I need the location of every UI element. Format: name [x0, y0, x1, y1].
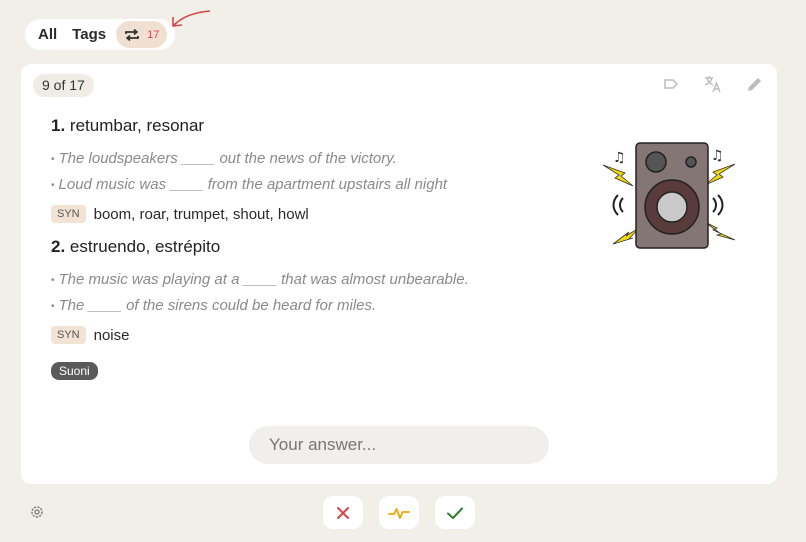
tab-tags[interactable]: Tags — [72, 26, 106, 43]
entry-number: 2. — [51, 237, 66, 256]
entry-number: 1. — [51, 116, 66, 135]
progress-indicator: 9 of 17 — [33, 74, 94, 97]
filter-tabs: All Tags 17 — [25, 19, 175, 50]
tag-pill[interactable]: Suoni — [51, 362, 98, 380]
repeat-icon — [125, 28, 139, 41]
tab-all[interactable]: All — [38, 26, 57, 43]
correct-button[interactable] — [435, 496, 475, 529]
answer-input[interactable] — [249, 426, 549, 464]
repeat-count: 17 — [147, 28, 160, 41]
entry-word: estruendo, estrépito — [69, 237, 221, 256]
definition-entry: 1. retumbar, resonar • The loudspeakers _… — [51, 116, 571, 223]
wrong-icon — [337, 506, 349, 519]
entry-heading: 1. retumbar, resonar — [51, 116, 571, 136]
synonyms-row: SYN boom, roar, trumpet, shout, howl — [51, 205, 571, 223]
svg-text:♫: ♫ — [613, 150, 626, 166]
gear-icon[interactable] — [29, 504, 45, 520]
translate-icon[interactable] — [703, 74, 723, 94]
definition-entry: 2. estruendo, estrépito • The music was p… — [51, 237, 571, 344]
example-sentence: • The ____ of the sirens could be heard f… — [51, 297, 377, 314]
hard-icon — [388, 507, 410, 519]
synonyms-text: boom, roar, trumpet, shout, howl — [93, 205, 309, 223]
hard-button[interactable] — [379, 496, 419, 529]
example-sentence: • Loud music was ____ from the apartment … — [51, 176, 448, 193]
tab-repeat[interactable]: 17 — [116, 21, 168, 48]
syn-badge: SYN — [51, 205, 86, 223]
syn-badge: SYN — [51, 326, 86, 344]
example-sentence: • The loudspeakers ____ out the news of t… — [51, 150, 397, 167]
wrong-button[interactable] — [323, 496, 363, 529]
loudspeaker-icon: ♫ ♫ — [602, 142, 736, 249]
label-icon[interactable] — [661, 74, 681, 94]
definitions: 1. retumbar, resonar • The loudspeakers _… — [51, 116, 571, 380]
example-sentence: • The music was playing at a ____ that wa… — [51, 271, 469, 288]
correct-icon — [447, 507, 463, 519]
grade-buttons — [323, 496, 475, 529]
svg-text:♫: ♫ — [711, 148, 724, 164]
synonyms-text: noise — [93, 326, 130, 344]
annotation-arrow-icon — [172, 10, 211, 27]
entry-word: retumbar, resonar — [69, 116, 205, 135]
entry-heading: 2. estruendo, estrépito — [51, 237, 571, 257]
card-actions — [661, 74, 765, 94]
synonyms-row: SYN noise — [51, 326, 571, 344]
edit-icon[interactable] — [745, 74, 765, 94]
flashcard: 9 of 17 1. retumbar, resonar • The loudsp… — [21, 64, 777, 484]
